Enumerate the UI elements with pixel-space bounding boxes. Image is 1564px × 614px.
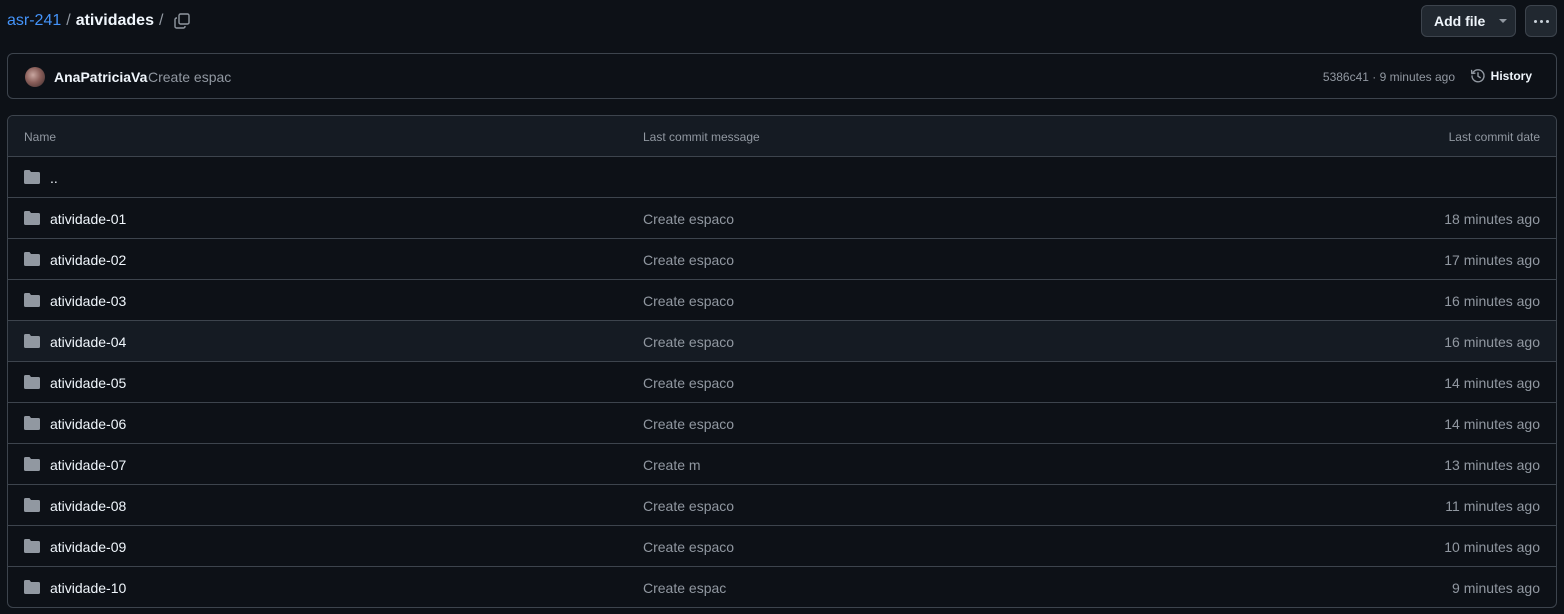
commit-message-link[interactable]: Create espaco	[643, 334, 734, 350]
table-row[interactable]: atividade-03 Create espaco 16 minutes ago	[8, 280, 1556, 321]
caret-down-icon	[1499, 19, 1508, 23]
table-row[interactable]: atividade-01 Create espaco 18 minutes ago	[8, 198, 1556, 239]
top-bar: asr-241 / atividades / Add file	[0, 0, 1564, 42]
kebab-dot	[1533, 19, 1537, 23]
commit-message-link[interactable]: Create espaco	[643, 252, 734, 268]
commit-date: 16 minutes ago	[1444, 334, 1540, 350]
folder-icon	[24, 498, 40, 512]
file-name-link[interactable]: atividade-04	[50, 334, 126, 350]
parent-directory-row[interactable]: ..	[8, 157, 1556, 198]
folder-icon	[24, 211, 40, 225]
commit-date: 14 minutes ago	[1444, 416, 1540, 432]
file-name-link[interactable]: atividade-01	[50, 211, 126, 227]
table-row[interactable]: atividade-02 Create espaco 17 minutes ago	[8, 239, 1556, 280]
commit-date: 13 minutes ago	[1444, 457, 1540, 473]
file-name-link[interactable]: atividade-08	[50, 498, 126, 514]
file-name-link[interactable]: atividade-05	[50, 375, 126, 391]
commit-message-link[interactable]: Create espaco	[643, 498, 734, 514]
table-header: Name Last commit message Last commit dat…	[8, 116, 1556, 157]
file-name-link[interactable]: atividade-03	[50, 293, 126, 309]
breadcrumb-trailing-separator: /	[158, 12, 164, 29]
folder-icon	[24, 375, 40, 389]
history-button[interactable]: History	[1470, 68, 1532, 84]
folder-icon	[24, 457, 40, 471]
commit-message-link[interactable]: Create espac	[643, 580, 726, 596]
commit-message-link[interactable]: Create espaco	[643, 416, 734, 432]
commit-date: 9 minutes ago	[1452, 580, 1540, 596]
commit-message[interactable]: Create espac	[148, 69, 231, 85]
commit-meta[interactable]: 5386c41 · 9 minutes ago	[1323, 70, 1455, 84]
commit-message-link[interactable]: Create espaco	[643, 293, 734, 309]
table-row[interactable]: atividade-10 Create espac 9 minutes ago	[8, 567, 1556, 607]
kebab-dot	[1545, 19, 1549, 23]
commit-date: 16 minutes ago	[1444, 293, 1540, 309]
commit-date: 10 minutes ago	[1444, 539, 1540, 555]
breadcrumb-separator: /	[66, 12, 71, 29]
table-row[interactable]: atividade-04 Create espaco 16 minutes ago	[8, 321, 1556, 362]
file-name-link[interactable]: atividade-09	[50, 539, 126, 555]
folder-icon	[24, 293, 40, 307]
folder-icon	[24, 580, 40, 594]
file-name-link[interactable]: atividade-07	[50, 457, 126, 473]
commit-date: 18 minutes ago	[1444, 211, 1540, 227]
kebab-dot	[1539, 19, 1543, 23]
copy-path-button[interactable]	[171, 10, 193, 32]
commit-message-link[interactable]: Create espaco	[643, 375, 734, 391]
file-name-link[interactable]: atividade-02	[50, 252, 126, 268]
breadcrumb-current-dir: atividades	[75, 12, 154, 29]
folder-icon	[24, 252, 40, 266]
file-name-link[interactable]: atividade-10	[50, 580, 126, 596]
commit-date: 11 minutes ago	[1445, 498, 1540, 514]
commit-date: 14 minutes ago	[1444, 375, 1540, 391]
folder-icon	[24, 416, 40, 430]
folder-icon	[24, 539, 40, 553]
folder-icon	[24, 334, 40, 348]
latest-commit-box: AnaPatriciaVa Create espac 5386c41 · 9 m…	[7, 53, 1557, 99]
commit-date: 17 minutes ago	[1444, 252, 1540, 268]
parent-directory-link[interactable]: ..	[50, 170, 58, 186]
folder-icon	[24, 170, 40, 184]
commit-message-link[interactable]: Create espaco	[643, 539, 734, 555]
table-row[interactable]: atividade-08 Create espaco 11 minutes ago	[8, 485, 1556, 526]
breadcrumb-repo-link[interactable]: asr-241	[7, 11, 61, 31]
commit-message-link[interactable]: Create espaco	[643, 211, 734, 227]
history-label: History	[1490, 69, 1532, 83]
table-row[interactable]: atividade-09 Create espaco 10 minutes ago	[8, 526, 1556, 567]
commit-message-link[interactable]: Create m	[643, 457, 701, 473]
file-table: Name Last commit message Last commit dat…	[7, 115, 1557, 608]
add-file-label: Add file	[1434, 13, 1486, 29]
commit-author[interactable]: AnaPatriciaVa	[54, 69, 147, 85]
breadcrumb: asr-241 / atividades /	[7, 11, 168, 31]
more-options-button[interactable]	[1525, 5, 1557, 37]
table-row[interactable]: atividade-07 Create m 13 minutes ago	[8, 444, 1556, 485]
header-date: Last commit date	[1448, 130, 1540, 144]
table-row[interactable]: atividade-06 Create espaco 14 minutes ago	[8, 403, 1556, 444]
copy-icon	[174, 13, 190, 29]
table-row[interactable]: atividade-05 Create espaco 14 minutes ago	[8, 362, 1556, 403]
add-file-button[interactable]: Add file	[1421, 5, 1516, 37]
avatar[interactable]	[25, 67, 45, 87]
history-icon	[1470, 69, 1485, 83]
header-name: Name	[24, 130, 57, 144]
file-name-link[interactable]: atividade-06	[50, 416, 126, 432]
header-message: Last commit message	[643, 130, 760, 144]
